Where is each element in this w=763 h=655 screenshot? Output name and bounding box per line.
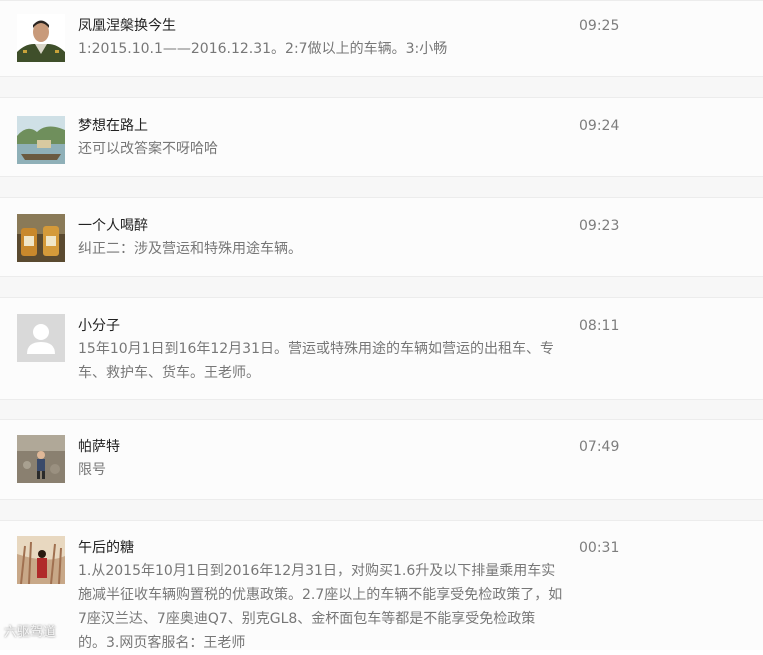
comment-text: 1.从2015年10月1日到2016年12月31日，对购买1.6升及以下排量乘用… (78, 563, 563, 651)
comment-item: 梦想在路上 09:24 还可以改答案不呀哈哈 (0, 97, 763, 177)
comment-time: 09:25 (579, 18, 620, 34)
comment-separator (0, 177, 763, 197)
landscape-photo-icon (17, 116, 65, 164)
comment-time: 00:31 (579, 540, 620, 556)
comment-author[interactable]: 小分子 (78, 317, 120, 335)
user-photo-icon (17, 14, 65, 62)
comment-time: 09:24 (579, 118, 620, 134)
comment-separator (0, 77, 763, 97)
comment-item: 小分子 08:11 15年10月1日到16年12月31日。营运或特殊用途的车辆如… (0, 297, 763, 400)
avatar[interactable] (17, 435, 65, 483)
avatar[interactable] (17, 314, 65, 362)
comment-item: 一个人喝醉 09:23 纠正二：涉及营运和特殊用途车辆。 (0, 197, 763, 277)
reeds-photo-icon (17, 536, 65, 584)
comment-separator (0, 400, 763, 419)
comment-item: 午后的糖 00:31 1.从2015年10月1日到2016年12月31日，对购买… (0, 520, 763, 651)
avatar[interactable] (17, 214, 65, 262)
comment-author[interactable]: 一个人喝醉 (78, 217, 148, 235)
comment-author[interactable]: 梦想在路上 (78, 117, 148, 135)
comment-text: 限号 (78, 462, 106, 478)
comment-text: 还可以改答案不呀哈哈 (78, 141, 218, 157)
avatar[interactable] (17, 14, 65, 62)
comment-time: 09:23 (579, 218, 620, 234)
comment-author[interactable]: 午后的糖 (78, 539, 134, 557)
comment-item: 凤凰涅槃换今生 09:25 1:2015.10.1——2016.12.31。2:… (0, 0, 763, 77)
default-avatar-icon (17, 314, 65, 362)
comment-author[interactable]: 凤凰涅槃换今生 (78, 17, 176, 35)
watermark: 六驱驾道 (4, 625, 57, 640)
comment-separator (0, 500, 763, 520)
comment-time: 07:49 (579, 439, 620, 455)
avatar[interactable] (17, 536, 65, 584)
drink-photo-icon (17, 214, 65, 262)
avatar[interactable] (17, 116, 65, 164)
comment-time: 08:11 (579, 318, 620, 334)
comment-text: 15年10月1日到16年12月31日。营运或特殊用途的车辆如营运的出租车、专车、… (78, 341, 554, 381)
comment-separator (0, 277, 763, 297)
comment-author[interactable]: 帕萨特 (78, 438, 120, 456)
comment-item: 帕萨特 07:49 限号 (0, 419, 763, 500)
comment-text: 1:2015.10.1——2016.12.31。2:7做以上的车辆。3:小畅 (78, 41, 448, 57)
comment-text: 纠正二：涉及营运和特殊用途车辆。 (78, 241, 302, 257)
child-photo-icon (17, 435, 65, 483)
